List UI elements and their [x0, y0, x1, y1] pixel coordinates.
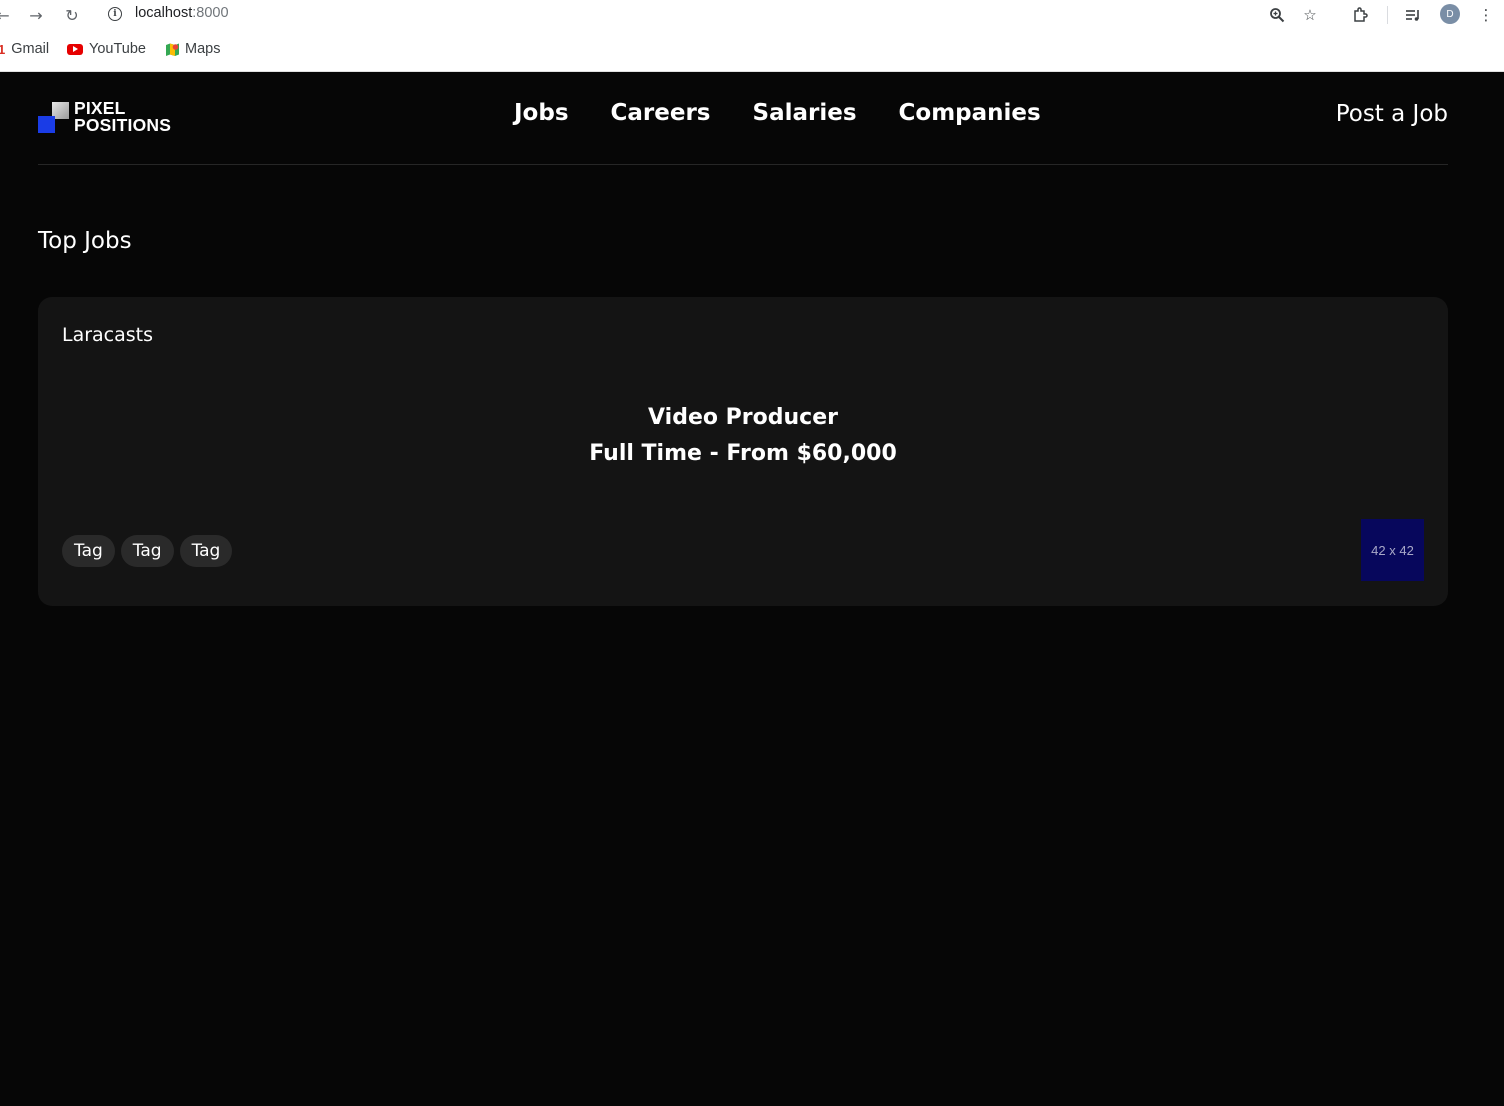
bookmark-label: Maps	[185, 41, 221, 57]
maps-icon	[165, 42, 179, 56]
bookmark-gmail[interactable]: 1 Gmail	[0, 41, 49, 57]
url-text[interactable]: localhost:8000	[135, 5, 229, 21]
forward-icon[interactable]: →	[25, 4, 47, 26]
media-control-icon[interactable]	[1402, 4, 1424, 26]
job-meta: Full Time - From $60,000	[589, 441, 897, 466]
employer-logo-placeholder: 42 x 42	[1361, 519, 1424, 581]
section-title: Top Jobs	[38, 228, 132, 254]
job-card[interactable]: Laracasts Video Producer Full Time - Fro…	[38, 297, 1448, 606]
browser-toolbar: ← → ↻ i localhost:8000 ☆ D ⋮	[0, 0, 1504, 30]
tag[interactable]: Tag	[62, 535, 115, 567]
nav-companies[interactable]: Companies	[899, 100, 1041, 126]
bookmark-youtube[interactable]: YouTube	[67, 41, 146, 57]
address-bar[interactable]	[96, 0, 1332, 30]
extensions-icon[interactable]	[1349, 4, 1371, 26]
menu-kebab-icon[interactable]: ⋮	[1475, 4, 1497, 26]
main-nav: Jobs Careers Salaries Companies	[514, 100, 1041, 126]
company-name: Laracasts	[62, 324, 154, 346]
back-icon[interactable]: ←	[0, 4, 14, 26]
nav-careers[interactable]: Careers	[611, 100, 711, 126]
tag[interactable]: Tag	[120, 535, 174, 567]
bookmark-maps[interactable]: Maps	[165, 41, 220, 57]
gmail-icon: 1	[0, 41, 6, 57]
job-title[interactable]: Video Producer	[38, 400, 1448, 436]
logo-text: PIXEL POSITIONS	[74, 98, 172, 135]
bookmarks-bar: 1 Gmail YouTube Maps	[0, 30, 1504, 72]
profile-avatar[interactable]: D	[1440, 4, 1460, 24]
tag[interactable]: Tag	[179, 535, 233, 567]
logo-mark-icon	[38, 101, 70, 133]
nav-jobs[interactable]: Jobs	[514, 100, 569, 126]
reload-icon[interactable]: ↻	[61, 4, 83, 26]
site-info-icon[interactable]: i	[108, 7, 122, 21]
post-job-link[interactable]: Post a Job	[1336, 101, 1448, 127]
bookmark-star-icon[interactable]: ☆	[1299, 4, 1321, 26]
zoom-icon[interactable]	[1266, 4, 1288, 26]
bookmark-label: YouTube	[89, 41, 146, 57]
toolbar-separator	[1387, 6, 1388, 24]
youtube-icon	[67, 43, 83, 55]
job-info: Video Producer Full Time - From $60,000	[38, 400, 1448, 472]
nav-salaries[interactable]: Salaries	[753, 100, 857, 126]
site-logo[interactable]: PIXEL POSITIONS	[38, 98, 178, 135]
tag-list: Tag Tag Tag	[62, 535, 233, 567]
bookmark-label: Gmail	[11, 41, 50, 57]
site-header: PIXEL POSITIONS Jobs Careers Salaries Co…	[38, 72, 1448, 165]
